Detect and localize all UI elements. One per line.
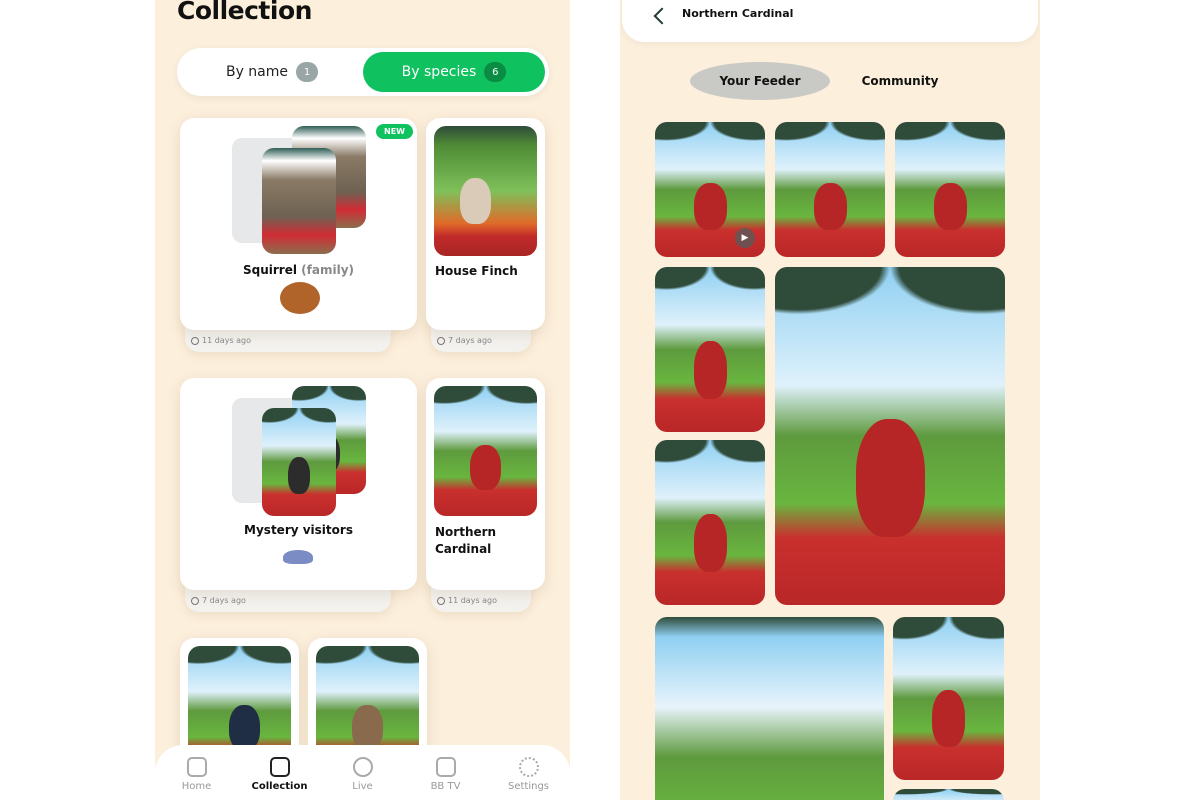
squirrel-icon — [280, 282, 320, 314]
card-title: Squirrel (family) — [242, 263, 354, 277]
clock-icon — [191, 336, 199, 345]
media-tile[interactable] — [893, 789, 1004, 800]
back-chevron-icon[interactable] — [653, 7, 671, 25]
cowboy-hat-icon — [283, 550, 313, 564]
clock-icon — [437, 596, 445, 605]
count-badge: 6 — [484, 62, 507, 82]
media-tile-large[interactable] — [775, 267, 1005, 605]
page-title: Collection — [177, 0, 312, 25]
collection-icon — [269, 757, 290, 777]
bottom-nav: Home Collection Live BB TV Settings — [155, 745, 570, 800]
photo-thumbnail — [262, 148, 336, 254]
play-icon: ▶ — [735, 228, 755, 248]
species-card-house-finch[interactable]: House Finch — [426, 118, 545, 330]
collection-screen: Collection By name 1 By species 6 11 days … — [155, 0, 570, 800]
species-card-northern-cardinal[interactable]: Northern Cardinal — [426, 378, 545, 590]
card-title: House Finch — [435, 264, 518, 278]
species-card-squirrel[interactable]: NEW Squirrel (family) — [180, 118, 417, 330]
media-tile[interactable] — [775, 122, 885, 257]
tab-community[interactable]: Community — [840, 62, 960, 100]
media-tile-video[interactable]: ▶ — [655, 122, 765, 257]
header-title: Northern Cardinal — [682, 7, 794, 20]
count-badge: 1 — [296, 62, 319, 82]
tab-label: By species — [401, 64, 477, 80]
timestamp: 11 days ago — [191, 336, 251, 345]
media-tile[interactable] — [655, 440, 765, 605]
tab-your-feeder[interactable]: Your Feeder — [690, 62, 830, 100]
timestamp: 11 days ago — [437, 596, 497, 605]
nav-live[interactable]: Live — [328, 757, 398, 800]
clock-icon — [191, 596, 199, 605]
photo-thumbnail — [262, 408, 336, 516]
card-title: Northern Cardinal — [435, 525, 497, 556]
media-tile-large[interactable] — [655, 617, 884, 800]
nav-settings[interactable]: Settings — [494, 757, 564, 800]
tab-label: By name — [225, 64, 289, 80]
new-badge: NEW — [376, 124, 413, 139]
species-detail-screen: Northern Cardinal Your Feeder Community … — [620, 0, 1040, 800]
live-icon — [352, 757, 373, 777]
by-name-tab[interactable]: By name 1 — [181, 52, 363, 92]
photo-thumbnail — [434, 126, 537, 256]
media-tile[interactable] — [655, 267, 765, 432]
nav-collection[interactable]: Collection — [245, 757, 315, 800]
home-icon — [186, 757, 207, 777]
clock-icon — [437, 336, 445, 345]
photo-thumbnail — [434, 386, 537, 516]
nav-home[interactable]: Home — [162, 757, 232, 800]
header: Northern Cardinal — [622, 0, 1038, 42]
tv-play-icon — [435, 757, 456, 777]
view-toggle: By name 1 By species 6 — [177, 48, 549, 96]
timestamp: 7 days ago — [437, 336, 492, 345]
media-tile[interactable] — [895, 122, 1005, 257]
timestamp: 7 days ago — [191, 596, 246, 605]
by-species-tab[interactable]: By species 6 — [363, 52, 545, 92]
media-tile[interactable] — [893, 617, 1004, 780]
nav-bbtv[interactable]: BB TV — [411, 757, 481, 800]
card-title: Mystery visitors — [244, 523, 353, 537]
species-card-mystery-visitors[interactable]: Mystery visitors — [180, 378, 417, 590]
gear-icon — [518, 757, 539, 777]
